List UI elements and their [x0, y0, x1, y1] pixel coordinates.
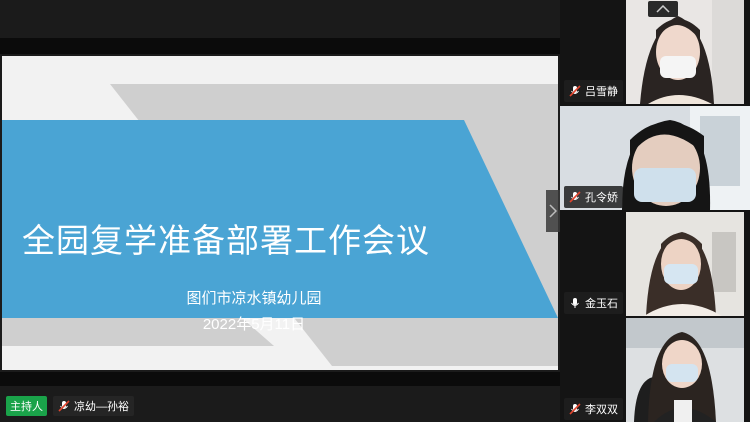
participant-name-label: 吕雪静	[564, 80, 623, 102]
slide-subtitle-date: 2022年5月11日	[202, 316, 306, 333]
participant-tile[interactable]: 李双双	[560, 318, 750, 422]
video-feed-image	[626, 318, 744, 422]
host-name: 凉幼—孙裕	[74, 401, 129, 413]
mic-muted-icon	[569, 191, 581, 203]
host-badge: 主持人	[6, 396, 47, 416]
expand-sidebar-button[interactable]	[546, 190, 560, 232]
shared-screen-area: 全园复学准备部署工作会议 图们市凉水镇幼儿园 2022年5月11日 主持人 凉幼…	[0, 0, 560, 421]
participant-tile[interactable]: 金玉石	[560, 212, 750, 316]
mic-muted-icon	[569, 403, 581, 415]
participant-video	[626, 212, 744, 316]
host-indicator: 主持人 凉幼—孙裕	[6, 396, 134, 416]
slide-subtitle-school: 图们市凉水镇幼儿园	[186, 290, 322, 307]
mic-muted-icon	[569, 85, 581, 97]
video-feed-image	[626, 212, 744, 316]
collapse-participants-button[interactable]	[648, 1, 678, 17]
chevron-up-icon	[656, 5, 670, 13]
presentation-slide: 全园复学准备部署工作会议 图们市凉水镇幼儿园 2022年5月11日	[2, 56, 558, 370]
mic-icon	[571, 298, 579, 308]
participant-name: 孔令娇	[585, 192, 618, 204]
participant-name: 李双双	[585, 404, 618, 416]
participant-sidebar: 吕雪静 孔令娇 金玉石 李双双	[560, 0, 750, 422]
host-name-label: 凉幼—孙裕	[53, 396, 134, 416]
participant-name-label: 李双双	[564, 398, 623, 420]
participant-name: 金玉石	[585, 298, 618, 310]
participant-video	[626, 0, 744, 104]
slide-title: 全园复学准备部署工作会议	[22, 222, 430, 259]
video-feed-image	[626, 0, 744, 104]
participant-name: 吕雪静	[585, 86, 618, 98]
chevron-right-icon	[549, 204, 557, 218]
participant-video	[626, 318, 744, 422]
participant-name-label: 金玉石	[564, 292, 623, 314]
screen-bottom-bar	[0, 372, 560, 386]
screen-top-bar	[0, 38, 560, 54]
participant-name-label: 孔令娇	[564, 186, 623, 208]
participant-tile[interactable]: 孔令娇	[560, 106, 750, 210]
mic-muted-icon	[58, 400, 70, 412]
